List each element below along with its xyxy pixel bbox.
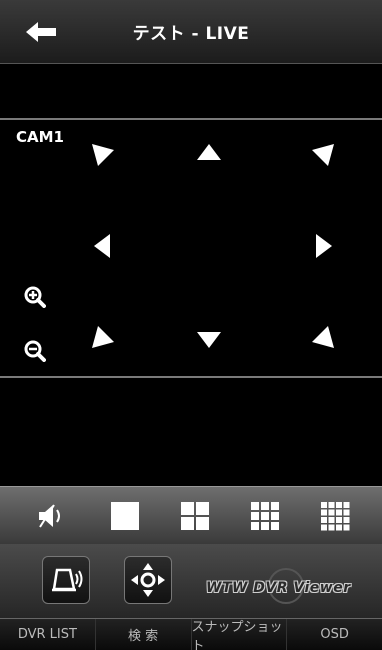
alarm-icon (52, 568, 83, 592)
tab-dvr-list[interactable]: DVR LIST (0, 619, 96, 650)
ptz-move-button[interactable] (124, 556, 172, 604)
ptz-down-right-icon[interactable] (306, 322, 338, 354)
video-bottom-divider (0, 376, 382, 378)
alarm-button[interactable] (42, 556, 90, 604)
ptz-up-right-icon[interactable] (306, 138, 338, 170)
layout-1-icon[interactable] (110, 501, 140, 531)
zoom-out-icon[interactable] (24, 340, 46, 362)
ptz-move-icon (131, 563, 165, 597)
layout-9-icon[interactable] (250, 501, 280, 531)
mute-icon[interactable] (36, 501, 66, 531)
video-top-divider (0, 118, 382, 120)
ptz-down-icon[interactable] (193, 322, 225, 354)
layout-16-icon[interactable] (320, 501, 350, 531)
ptz-up-left-icon[interactable] (88, 138, 120, 170)
ptz-left-icon[interactable] (88, 230, 120, 262)
layout-toolbar (0, 486, 382, 544)
page-title: テスト - LIVE (132, 24, 250, 44)
header-bar: テスト - LIVE (0, 0, 382, 64)
tab-search[interactable]: 検 索 (96, 619, 192, 650)
tab-snapshot[interactable]: スナップショット (192, 619, 288, 650)
camera-label: CAM1 (16, 128, 64, 146)
zoom-in-icon[interactable] (24, 286, 46, 308)
ptz-right-icon[interactable] (306, 230, 338, 262)
layout-4-icon[interactable] (180, 501, 210, 531)
control-toolbar: WTW DVR Viewer (0, 544, 382, 618)
ptz-up-icon[interactable] (193, 138, 225, 170)
brand-logo: WTW DVR Viewer (206, 580, 351, 596)
tab-osd[interactable]: OSD (287, 619, 382, 650)
back-arrow-icon[interactable] (24, 18, 60, 46)
tab-bar: DVR LIST 検 索 スナップショット OSD (0, 618, 382, 650)
ptz-down-left-icon[interactable] (88, 322, 120, 354)
